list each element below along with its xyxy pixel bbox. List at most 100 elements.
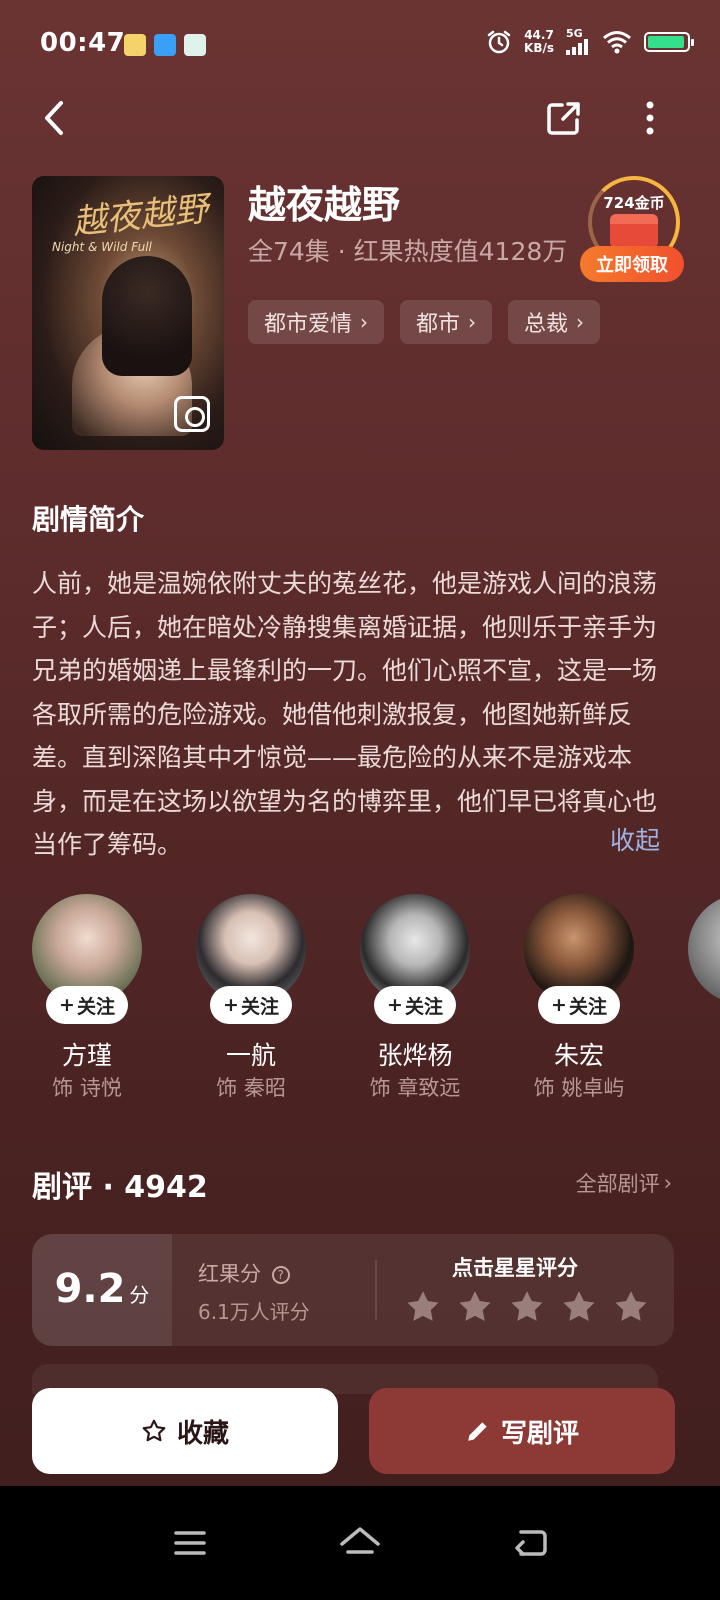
tag-label: 都市	[416, 312, 461, 337]
back-button[interactable]	[24, 88, 84, 148]
alarm-icon	[487, 30, 511, 53]
rating-count: 6.1万人评分	[198, 1300, 310, 1324]
actor-role: 饰 诗悦	[52, 1076, 122, 1100]
back-icon	[515, 1530, 547, 1556]
write-review-label: 写剧评	[500, 1418, 579, 1449]
battery-level	[648, 35, 685, 48]
synopsis-text: 人前，她是温婉依附丈夫的菟丝花，他是游戏人间的浪荡子；人后，她在暗处冷静搜集离婚…	[32, 569, 658, 859]
plus-icon: +	[59, 994, 75, 1016]
coin-amount: 724金币	[603, 194, 665, 212]
actor-role: 饰	[688, 1072, 720, 1102]
battery-icon	[644, 31, 694, 52]
star-rating[interactable]	[404, 1288, 650, 1326]
star-outline-icon	[142, 1419, 166, 1442]
notification-cloud-icon	[154, 34, 176, 56]
all-reviews-link[interactable]: 全部剧评 ›	[576, 1168, 672, 1198]
claim-button[interactable]: 立即领取	[580, 246, 684, 282]
more-button[interactable]	[620, 88, 680, 148]
back-arrow-icon	[45, 101, 63, 135]
poster-figure	[102, 256, 192, 376]
menu-icon	[174, 1531, 206, 1555]
network-type: 5G	[566, 27, 583, 40]
network-speed-unit: KB/s	[524, 40, 554, 55]
tag-label: 都市爱情	[264, 312, 353, 337]
show-meta: 全74集 · 红果热度值4128万	[248, 237, 568, 266]
follow-label: 关注	[240, 995, 279, 1018]
actor-role: 饰 秦昭	[216, 1076, 286, 1100]
collapse-link[interactable]: 收起	[610, 819, 660, 863]
coin-reward-widget[interactable]: 724金币 立即领取	[580, 176, 684, 282]
synopsis-title: 剧情简介	[32, 503, 145, 536]
tag-label: 总裁	[524, 312, 569, 337]
follow-label: 关注	[404, 995, 443, 1018]
cast-list: + 关注 方瑾 饰 诗悦 + 关注 一航 饰 秦昭 + 关注 张烨杨 饰 章致远 + 关…	[32, 894, 720, 1114]
poster-title: 越夜越野	[70, 188, 211, 243]
score-label-text: 红果分	[198, 1262, 261, 1286]
all-reviews-label: 全部剧评	[575, 1172, 660, 1196]
plus-icon: +	[387, 994, 403, 1016]
chevron-right-icon: ›	[576, 310, 585, 334]
follow-label: 关注	[76, 995, 115, 1018]
chevron-right-icon: ›	[360, 310, 369, 334]
plus-icon: +	[551, 994, 567, 1016]
actor-name: 一航	[225, 1041, 276, 1070]
follow-button[interactable]: + 关注	[374, 986, 456, 1024]
system-navigation-bar	[0, 1486, 720, 1600]
share-button[interactable]	[534, 88, 594, 148]
wifi-icon	[603, 30, 631, 53]
actor-role: 饰 章致远	[369, 1076, 461, 1100]
star-icon[interactable]	[560, 1288, 598, 1326]
follow-button[interactable]: + 关注	[46, 986, 128, 1024]
home-icon	[340, 1527, 380, 1554]
follow-button[interactable]: + 关注	[538, 986, 620, 1024]
genre-tags: 都市爱情 › 都市 › 总裁 ›	[248, 300, 601, 344]
reviews-title: 剧评 · 4942	[32, 1170, 208, 1205]
write-review-button[interactable]: 写剧评	[369, 1388, 675, 1474]
divider	[375, 1260, 377, 1320]
star-icon[interactable]	[456, 1288, 494, 1326]
chevron-right-icon: ›	[468, 310, 477, 334]
status-bar: 00:47 44.7 KB/s 5G	[0, 0, 720, 90]
star-icon[interactable]	[404, 1288, 442, 1326]
poster-subtitle: Night & Wild Full	[52, 240, 152, 254]
score-value: 9.2	[54, 1266, 126, 1312]
status-icons: 44.7 KB/s 5G	[486, 27, 694, 55]
tag-ceo[interactable]: 总裁 ›	[508, 300, 601, 344]
tag-urban-romance[interactable]: 都市爱情 ›	[248, 300, 385, 344]
share-icon	[547, 102, 580, 135]
signal-icon	[566, 39, 588, 55]
avatar[interactable]	[688, 894, 720, 1004]
red-envelope-icon	[610, 214, 658, 248]
star-icon[interactable]	[508, 1288, 546, 1326]
score-label: 红果分 ?	[198, 1258, 290, 1288]
actor-name: 朱宏	[553, 1041, 604, 1070]
rating-card: 9.2 分 红果分 ? 6.1万人评分 点击星星评分	[32, 1234, 674, 1346]
help-icon[interactable]: ?	[271, 1266, 290, 1284]
recent-apps-button[interactable]	[165, 1518, 215, 1568]
star-icon[interactable]	[612, 1288, 650, 1326]
notification-app-icon	[184, 34, 206, 56]
pencil-icon	[468, 1422, 487, 1441]
actor-name: 方瑾	[61, 1041, 112, 1070]
cellular: 5G	[566, 28, 590, 55]
follow-label: 关注	[568, 995, 607, 1018]
chevron-right-icon: ›	[663, 1171, 672, 1195]
gallery-icon[interactable]	[174, 396, 210, 432]
score-unit: 分	[129, 1283, 150, 1307]
network-speed: 44.7 KB/s	[524, 27, 554, 55]
plus-icon: +	[223, 994, 239, 1016]
clock: 00:47	[40, 28, 126, 58]
collect-button[interactable]: 收藏	[32, 1388, 338, 1474]
score-box: 9.2 分	[32, 1234, 172, 1346]
notification-app-icon	[124, 34, 146, 56]
show-poster[interactable]: 越夜越野 Night & Wild Full	[32, 176, 224, 450]
tag-urban[interactable]: 都市 ›	[400, 300, 493, 344]
show-title: 越夜越野	[248, 183, 401, 227]
follow-button[interactable]: + 关注	[210, 986, 292, 1024]
network-speed-value: 44.7	[524, 27, 554, 42]
system-back-button[interactable]	[505, 1518, 555, 1568]
more-vertical-icon	[646, 101, 654, 135]
home-button[interactable]	[335, 1518, 385, 1568]
actor-role: 饰 姚卓屿	[533, 1076, 625, 1100]
rate-prompt: 点击星星评分	[452, 1256, 578, 1280]
